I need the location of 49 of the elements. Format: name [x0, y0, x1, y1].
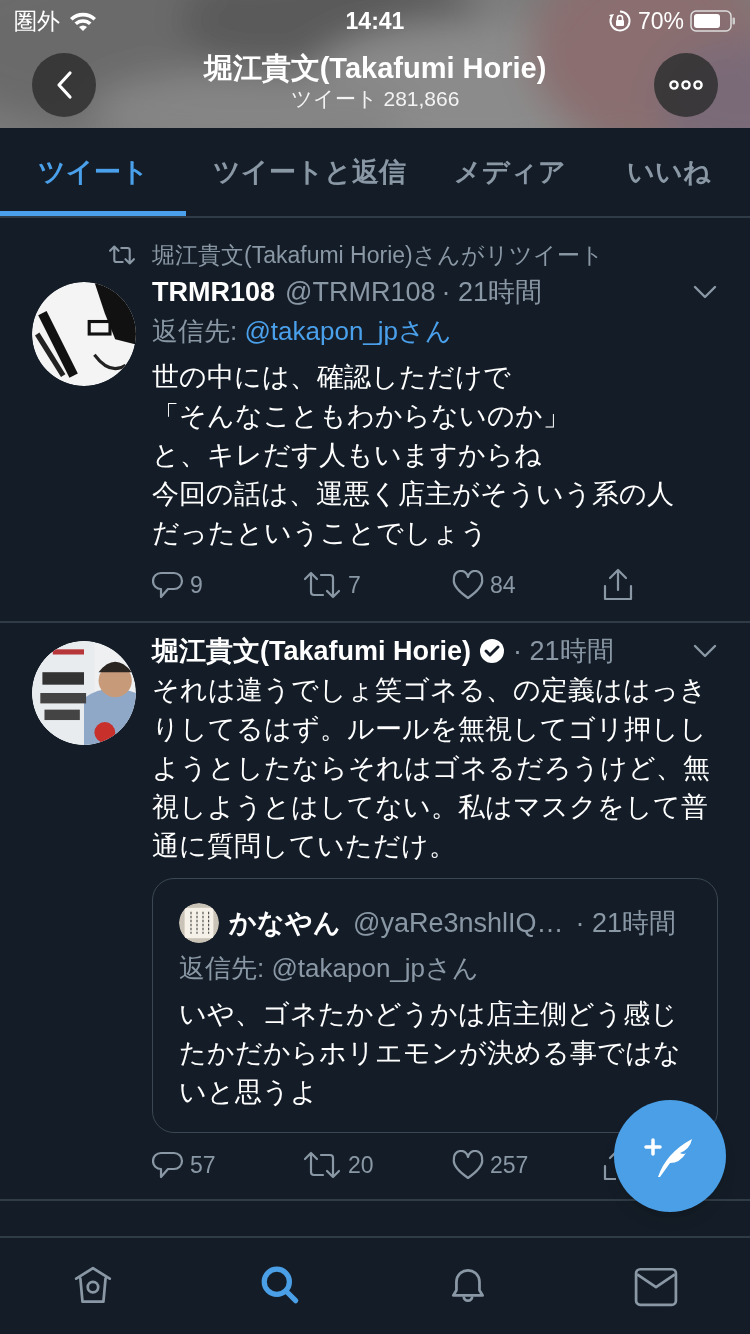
wifi-icon — [68, 10, 98, 32]
battery-icon — [690, 10, 736, 32]
reply-to-text: 返信先: @takapon_jpさん — [152, 315, 454, 348]
tab[interactable]: メディア — [432, 128, 588, 216]
tweet-time: · 21時間 — [575, 906, 677, 940]
retweet-label: 堀江貴文(Takafumi Horie)さんがリツイート — [152, 240, 604, 270]
tweet-text-line: 世の中には、確認しただけで — [152, 361, 511, 394]
tweet-text-line: と、キレだす人もいますからね — [152, 439, 542, 472]
action-count: 9 — [190, 570, 203, 600]
caret-icon[interactable] — [692, 642, 718, 660]
action-count: 7 — [348, 570, 361, 600]
mention-link[interactable]: @takapon_jpさん — [244, 316, 453, 346]
caret-icon[interactable] — [692, 283, 718, 301]
action-count: 20 — [348, 1150, 374, 1180]
user-name: かなやん — [229, 906, 341, 940]
user-handle: @yaRe3nshlIQ… — [353, 906, 564, 940]
share-icon[interactable] — [602, 568, 634, 602]
action-count: 84 — [490, 570, 516, 600]
tab[interactable]: いいね — [588, 128, 750, 216]
heart-icon[interactable] — [452, 1150, 484, 1180]
tab[interactable]: ツイートと返信 — [186, 128, 432, 216]
user-name: 堀江貴文(Takafumi Horie) — [152, 634, 472, 668]
profile-name: 堀江貴文(Takafumi Horie) — [203, 51, 547, 86]
battery-percent: 70% — [637, 6, 684, 36]
tweet-text-line: だったということでしょう — [152, 517, 488, 550]
reply-to-text: 返信先: @takapon_jpさん — [179, 952, 481, 985]
tweet-text-line: 今回の話は、運悪く店主がそういう系の人 — [152, 478, 674, 511]
retweet-icon — [108, 244, 136, 266]
back-icon — [55, 70, 73, 100]
tab[interactable]: ツイート — [0, 128, 186, 216]
action-count: 57 — [190, 1150, 216, 1180]
reply-icon[interactable] — [152, 569, 184, 601]
user-name: TRMR108 — [152, 275, 276, 309]
tweet-time: · 21時間 — [441, 275, 542, 309]
tweet-text-line: 「そんなこともわからないのか」 — [152, 400, 570, 433]
clock-time: 14:41 — [345, 6, 405, 36]
tweet-count: ツイート 281,866 — [290, 86, 460, 112]
reply-icon[interactable] — [152, 1149, 184, 1181]
tweet-text: それは違うでしょ笑ゴネる、の定義ははっきりしてるはず。ルールを無視してゴリ押ししようとしたならそれはゴネるだろうけど、無視しようとはしてない。私はマスクをして普通に質問していただけ。 — [152, 674, 711, 863]
tweet-time: · 21時間 — [513, 634, 614, 668]
rotation-lock-icon — [607, 9, 632, 33]
action-count: 257 — [490, 1150, 529, 1180]
carrier-text: 圏外 — [14, 6, 60, 36]
retweet-icon[interactable] — [302, 1150, 342, 1180]
tweet-text: いや、ゴネたかどうかは店主側どう感じたかだからホリエモンが決める事ではないと思うよ — [179, 998, 682, 1109]
retweet-icon[interactable] — [302, 570, 342, 600]
user-handle: @TRMR108 — [285, 275, 436, 309]
heart-icon[interactable] — [452, 570, 484, 600]
more-icon — [669, 80, 703, 90]
